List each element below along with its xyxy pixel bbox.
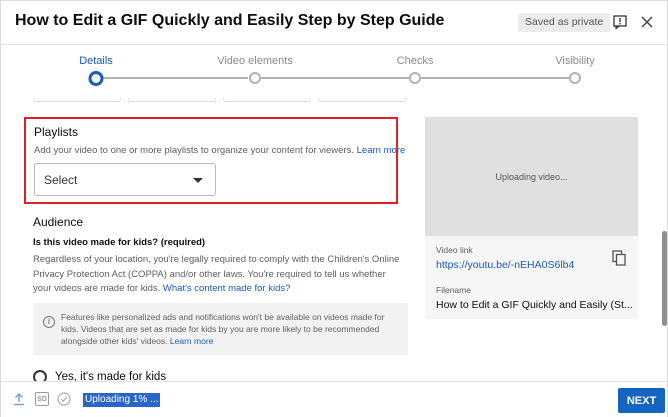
playlists-description-text: Add your video to one or more playlists … [34, 145, 354, 156]
step-visibility-label[interactable]: Visibility [555, 55, 595, 67]
playlist-select-value: Select [44, 173, 78, 187]
audience-info-box: i Features like personalized ads and not… [33, 303, 408, 355]
step-connector [261, 77, 409, 79]
audience-title: Audience [33, 215, 84, 229]
step-visibility-dot[interactable] [569, 72, 581, 84]
chip [223, 98, 311, 102]
radio-yes-label: Yes, it's made for kids [55, 371, 167, 381]
scrollbar-thumb[interactable] [662, 231, 667, 326]
step-checks-label[interactable]: Checks [397, 55, 434, 67]
content-scrollbar[interactable] [662, 98, 667, 381]
sd-quality-icon: SD [35, 392, 49, 406]
uploading-video-text: Uploading video... [495, 172, 568, 182]
video-link-label: Video link [436, 245, 473, 255]
chip [128, 98, 216, 102]
dialog-footer: SD Uploading 1% ... NEXT [1, 381, 667, 417]
playlists-section: Playlists Add your video to one or more … [24, 117, 405, 204]
playlists-learn-more-link[interactable]: Learn more [357, 145, 406, 156]
next-button[interactable]: NEXT [618, 388, 665, 413]
upload-icon [12, 392, 26, 406]
video-link[interactable]: https://youtu.be/-nEHA0S6lb4 [436, 259, 574, 271]
video-thumbnail: Uploading video... [425, 117, 638, 236]
audience-info-text: Features like personalized ads and notif… [61, 311, 401, 347]
playlist-select[interactable]: Select [34, 163, 216, 196]
chip [318, 98, 406, 102]
report-icon[interactable] [611, 13, 629, 31]
step-video-elements-label[interactable]: Video elements [217, 55, 293, 67]
step-checks-dot[interactable] [409, 72, 421, 84]
audience-info-body: Features like personalized ads and notif… [61, 312, 385, 346]
filename-label: Filename [436, 285, 471, 295]
truncated-chip-row [33, 98, 406, 103]
chip [33, 98, 121, 102]
saved-as-private-badge: Saved as private [518, 13, 611, 32]
checks-status-icon [57, 392, 71, 406]
audience-info-learn-more-link[interactable]: Learn more [170, 336, 213, 346]
close-icon[interactable] [638, 13, 656, 31]
step-connector [102, 77, 248, 79]
progress-stepper: Details Video elements Checks Visibility [1, 46, 667, 98]
step-details-label[interactable]: Details [79, 55, 113, 67]
info-icon: i [43, 316, 55, 328]
playlists-description: Add your video to one or more playlists … [34, 145, 405, 156]
copy-icon[interactable] [612, 250, 626, 266]
step-connector [421, 77, 569, 79]
details-content: Playlists Add your video to one or more … [1, 98, 661, 381]
upload-dialog: How to Edit a GIF Quickly and Easily Ste… [0, 0, 668, 417]
dialog-title: How to Edit a GIF Quickly and Easily Ste… [15, 12, 445, 29]
caret-down-icon [193, 178, 203, 183]
radio-button[interactable] [33, 370, 47, 381]
dialog-header: How to Edit a GIF Quickly and Easily Ste… [1, 1, 667, 45]
video-preview-card: Uploading video... Video link https://yo… [425, 117, 638, 319]
filename-value: How to Edit a GIF Quickly and Easily (St… [436, 299, 633, 311]
step-details-dot[interactable] [88, 71, 104, 86]
made-for-kids-link[interactable]: What's content made for kids? [163, 283, 291, 294]
playlists-title: Playlists [34, 125, 79, 139]
step-video-elements-dot[interactable] [249, 72, 261, 84]
radio-made-for-kids[interactable]: Yes, it's made for kids [33, 369, 166, 381]
audience-question: Is this video made for kids? (required) [33, 237, 206, 248]
upload-progress-status: Uploading 1% ... [83, 393, 161, 407]
audience-body: Regardless of your location, you're lega… [33, 253, 405, 297]
